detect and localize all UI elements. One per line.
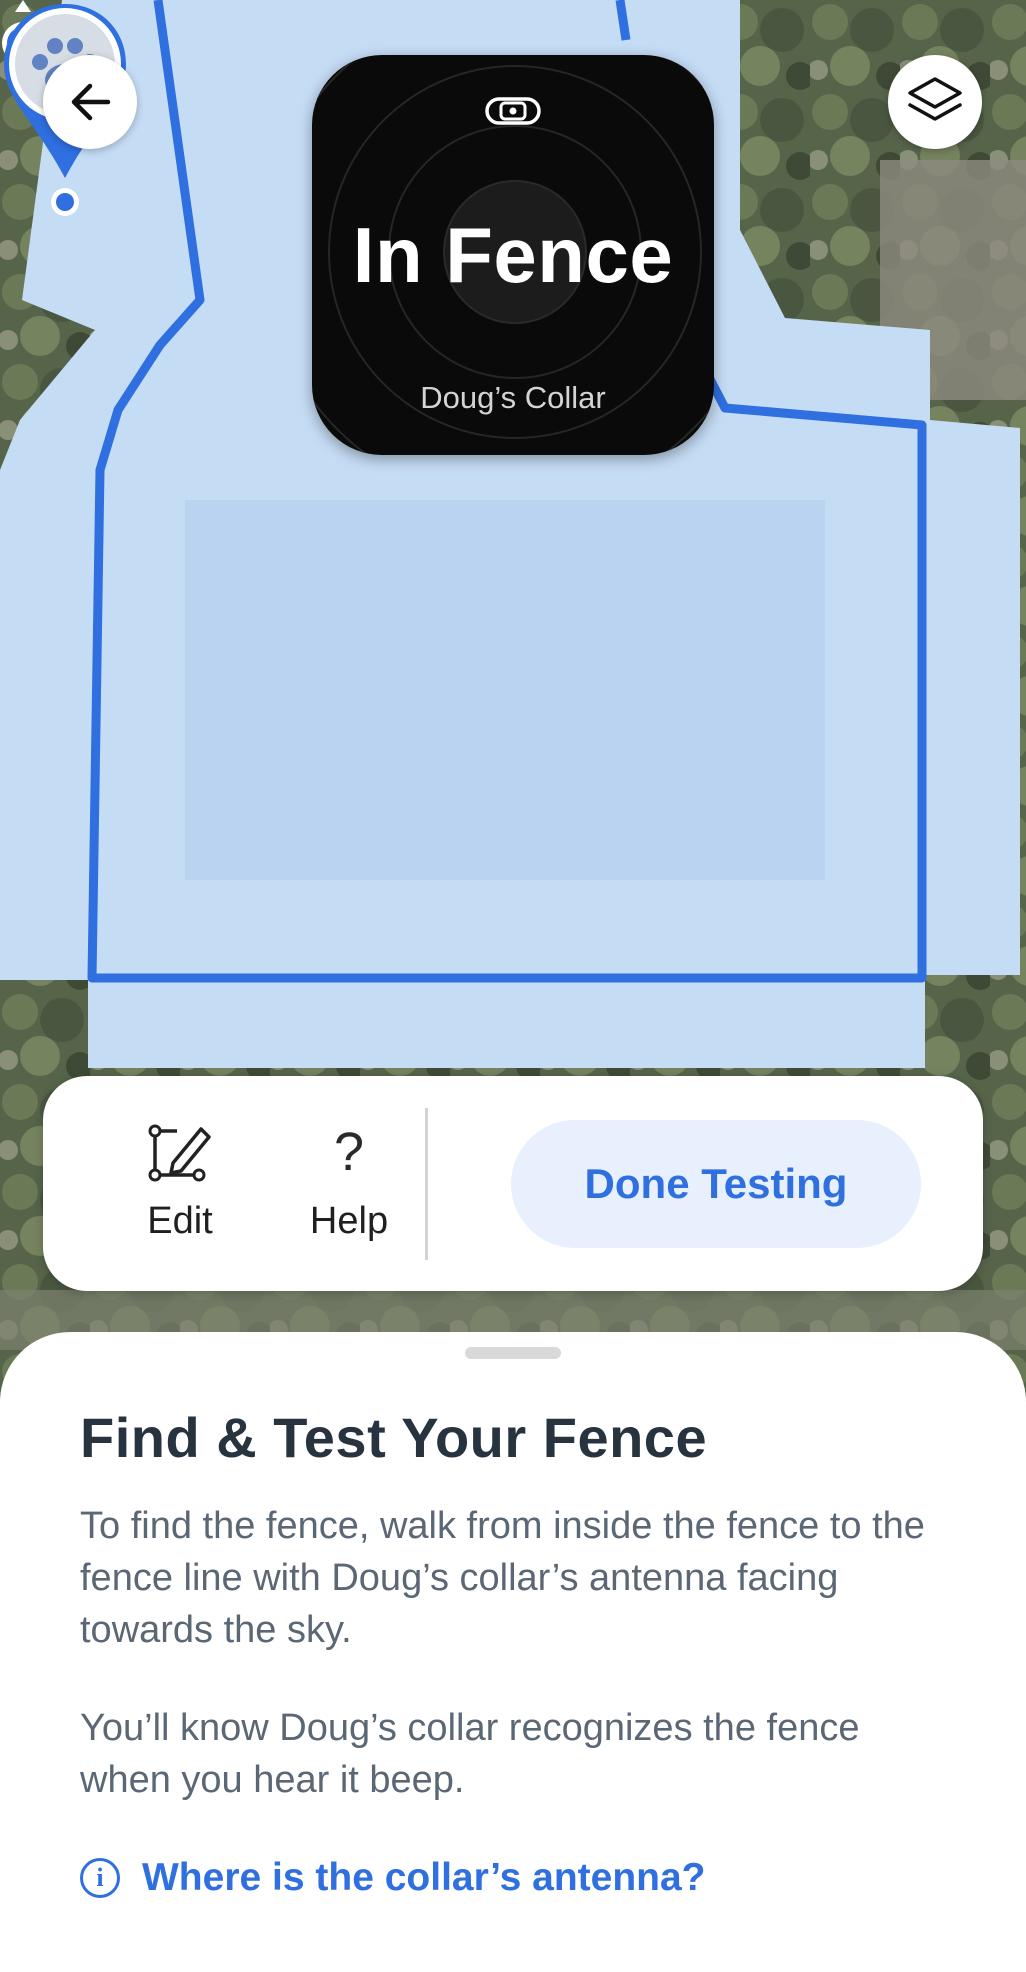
- help-label: Help: [309, 1200, 389, 1242]
- done-testing-button[interactable]: Done Testing: [511, 1120, 921, 1248]
- back-arrow-icon: [71, 83, 111, 121]
- beep-paragraph: You’ll know Doug’s collar recognizes the…: [80, 1707, 860, 1801]
- fence-status-title: In Fence: [352, 211, 674, 299]
- edit-icon-wrap: [115, 1114, 245, 1190]
- layers-icon: [908, 77, 962, 121]
- sheet-drag-handle[interactable]: [465, 1347, 561, 1359]
- antenna-help-link[interactable]: i Where is the collar’s antenna?: [80, 1856, 705, 1900]
- antenna-link-text: Where is the collar’s antenna?: [142, 1856, 706, 1899]
- help-button[interactable]: ? Help: [284, 1114, 414, 1243]
- info-icon: i: [80, 1858, 120, 1898]
- sheet-title: Find & Test Your Fence: [80, 1406, 708, 1469]
- question-mark-icon: ?: [333, 1122, 365, 1182]
- fence-status-card: In Fence Doug’s Collar: [312, 55, 714, 455]
- inner-zone: [185, 500, 825, 880]
- help-icon: ?: [284, 1114, 414, 1190]
- divider: [425, 1108, 428, 1260]
- edit-button[interactable]: Edit: [115, 1114, 245, 1243]
- back-button[interactable]: [43, 55, 137, 149]
- collar-icon: [485, 97, 541, 125]
- bottom-sheet: Find & Test Your Fence To find the fence…: [0, 1332, 1026, 1972]
- action-bar: Edit ? Help Done Testing: [43, 1076, 983, 1291]
- instruction-paragraph: To find the fence, walk from inside the …: [80, 1505, 925, 1651]
- edit-fence-icon: [148, 1124, 211, 1182]
- edit-label: Edit: [147, 1200, 213, 1242]
- map-layers-button[interactable]: [888, 55, 982, 149]
- collar-name: Doug’s Collar: [420, 380, 606, 415]
